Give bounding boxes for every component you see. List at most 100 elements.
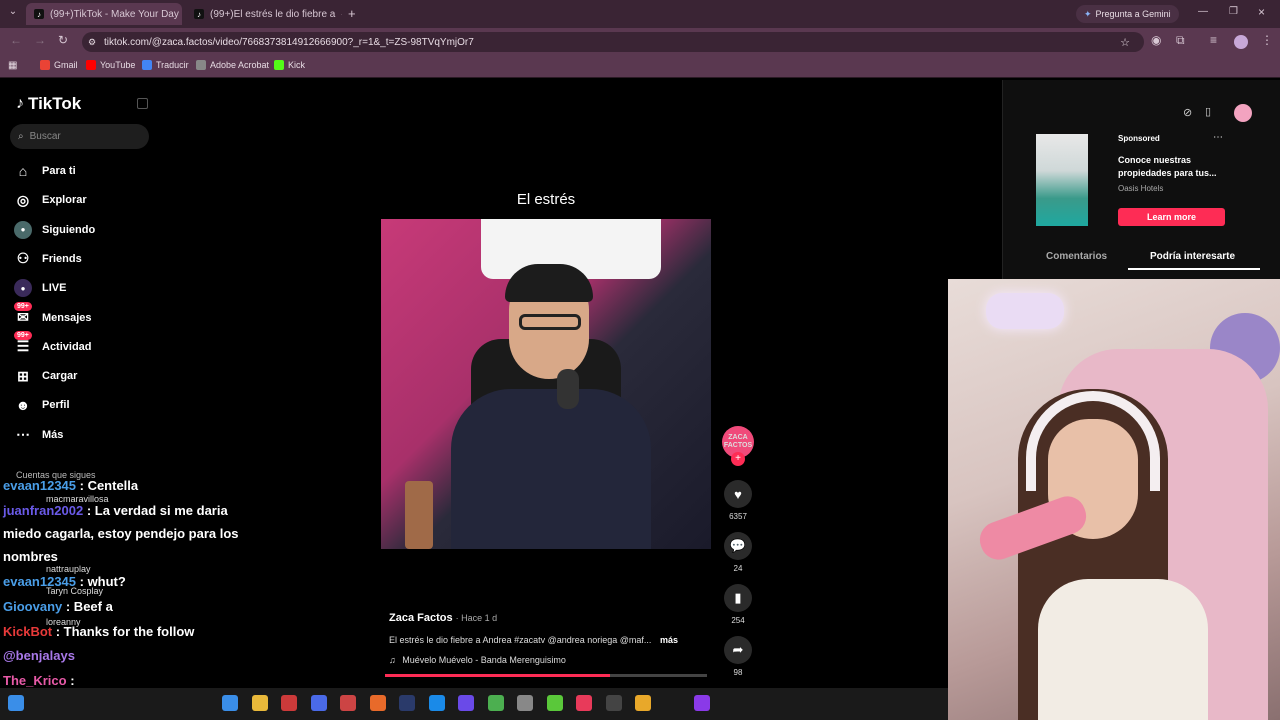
taskbar-app-icon[interactable] [635,695,651,711]
share-button[interactable]: ➦ 98 [722,636,754,677]
ad-cta-button[interactable]: Learn more [1118,208,1225,226]
collapse-sidebar-icon[interactable] [137,98,148,109]
reload-button[interactable]: ↻ [58,33,68,47]
taskbar-app-icon[interactable] [458,695,474,711]
following-account[interactable]: nattrauplay [46,564,91,574]
site-info-icon[interactable]: ⚙ [88,37,96,48]
chat-username[interactable]: The_Krico [3,673,67,688]
search-input[interactable]: ⌕ Buscar [10,124,149,149]
chat-username[interactable]: KickBot [3,624,52,639]
chat-username[interactable]: evaan12345 [3,574,76,589]
chat-text: miedo cagarla, estoy pendejo para los [3,526,239,541]
bookmark-kick[interactable]: Kick [274,60,305,70]
taskbar-app-icon[interactable] [428,695,445,711]
browser-tab-video[interactable]: ♪ (99+)El estrés le dio fiebre a ◃) × [186,3,342,25]
active-tab-underline [1128,268,1260,270]
nav-item-siguiendo[interactable]: ● Siguiendo [14,219,95,241]
new-tab-button[interactable]: + [348,6,356,21]
nav-item-mensajes[interactable]: ✉ 99+ Mensajes [14,301,92,329]
tab-comentarios[interactable]: Comentarios [1046,251,1107,262]
taskbar-app-icon[interactable] [222,695,238,711]
minimize-button[interactable]: — [1198,6,1208,17]
chat-username[interactable]: juanfran2002 [3,503,83,518]
user-avatar[interactable] [1234,104,1252,122]
close-window-button[interactable]: × [1258,5,1265,19]
back-button[interactable]: ← [10,33,22,47]
nav-item-más[interactable]: ⋯ Más [14,424,63,446]
apps-grid-icon[interactable]: ▦ [8,60,17,71]
tab-search-icon[interactable]: ≡ [1210,33,1217,47]
extensions-puzzle-icon[interactable]: ⧉ [1176,33,1185,48]
ad-sponsored: Sponsored [1118,134,1160,143]
taskbar-app-icon[interactable] [576,695,592,711]
maximize-button[interactable]: ❐ [1229,6,1238,17]
nav-item-explorar[interactable]: ◎ Explorar [14,189,87,211]
upload-icon: ⊞ [17,367,29,384]
tab-list-button[interactable]: ⌄ [6,6,20,20]
taskbar-app-icon[interactable] [281,695,297,711]
taskbar-app-icon[interactable] [517,695,533,711]
ad-headline[interactable]: Conoce nuestras propiedades para tus... [1118,154,1228,180]
bookmark-traducir[interactable]: Traducir [142,60,189,70]
video-music[interactable]: ♫ Muévelo Muévelo - Banda Merenguisimo [389,655,566,665]
nav-item-actividad[interactable]: ☰ 99+ Actividad [14,330,92,358]
mobile-icon[interactable]: ▯ [1205,105,1211,118]
gemini-button[interactable]: ✦ Pregunta a Gemini [1076,5,1179,23]
tab-podria-interesarte[interactable]: Podría interesarte [1150,251,1235,262]
nav-item-cargar[interactable]: ⊞ Cargar [14,365,77,387]
tiktok-logo[interactable]: ♪ TikTok [16,94,81,114]
taskbar-app-icon[interactable] [369,695,386,711]
taskbar-app-icon[interactable] [605,695,622,711]
explore-icon[interactable]: ⊘ [1183,106,1192,119]
bookmark-adobe-acrobat[interactable]: Adobe Acrobat [196,60,269,70]
creator-avatar[interactable]: ZACA FACTOS + [722,426,754,466]
browser-tab-tiktok[interactable]: ♪ (99+)TikTok - Make Your Day × [26,3,182,25]
extension-icon[interactable]: ◉ [1151,33,1161,47]
bookmark-gmail[interactable]: Gmail [40,60,78,70]
forward-button[interactable]: → [34,33,46,47]
taskbar-app-icon[interactable] [664,695,681,711]
traducir-icon [142,60,152,70]
start-button[interactable] [8,695,24,711]
nav-item-perfil[interactable]: ☻ Perfil [14,394,70,416]
ad-options-icon[interactable]: ⋯ [1213,132,1223,143]
taskbar-app-icon[interactable] [310,695,327,711]
comment-button[interactable]: 💬 24 [722,532,754,573]
chat-message: @benjalays [3,648,75,663]
save-button[interactable]: ▮ 254 [722,584,754,625]
taskbar-app-icon[interactable] [694,695,710,711]
taskbar-app-icon[interactable] [546,695,563,711]
video-cup [405,481,433,549]
ad-image[interactable] [1036,134,1088,226]
activity-icon: ☰ 99+ [14,330,32,356]
chat-message: KickBot : Thanks for the follow [3,624,194,639]
taskbar-app-icon[interactable] [340,695,356,711]
taskbar-app-icon[interactable] [399,695,415,711]
address-bar[interactable]: ⚙ tiktok.com/@zaca.factos/video/76683738… [82,32,1144,52]
compass-icon: ◎ [16,191,30,208]
chat-username[interactable]: Gioovany [3,599,62,614]
more-link[interactable]: más [660,635,678,645]
save-count: 254 [731,616,745,625]
chat-username[interactable]: @benjalays [3,648,75,663]
chat-text: : whut? [76,574,126,589]
menu-kebab-icon[interactable]: ⋮ [1261,33,1273,47]
video-author[interactable]: Zaca Factos · Hace 1 d [389,612,497,624]
taskbar-app-icon[interactable] [487,695,504,711]
speaker-icon[interactable]: ◃) [341,9,342,20]
like-button[interactable]: ♥ 6357 [722,480,754,521]
bookmark-youtube[interactable]: YouTube [86,60,135,70]
nav-item-para-ti[interactable]: ⌂ Para ti [14,160,76,182]
follow-plus-icon[interactable]: + [731,452,745,466]
kick-icon [274,60,284,70]
chat-username[interactable]: evaan12345 [3,478,76,493]
author-name[interactable]: Zaca Factos [389,612,453,624]
profile-avatar[interactable] [1234,35,1248,49]
nav-item-friends[interactable]: ⚇ Friends [14,248,82,270]
video-player[interactable] [381,219,711,549]
bookmarks-bar [0,56,1280,78]
nav-item-live[interactable]: ● LIVE [14,277,66,299]
bookmark-star-icon[interactable]: ☆ [1120,36,1130,49]
chat-message: nombres [3,549,58,564]
taskbar-app-icon[interactable] [251,695,268,711]
